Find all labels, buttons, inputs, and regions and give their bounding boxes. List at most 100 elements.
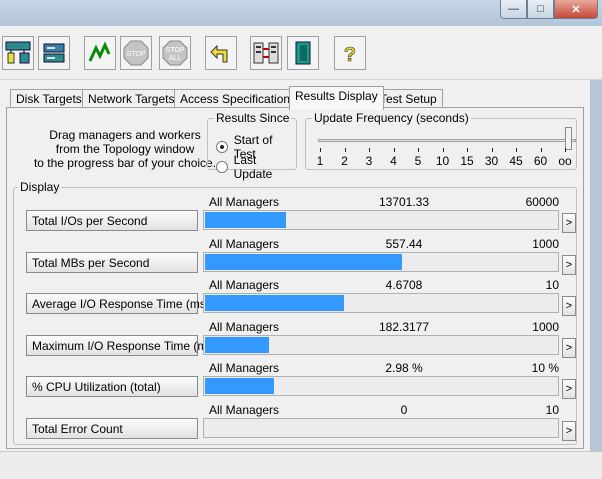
frequency-label: 5	[414, 154, 422, 168]
progress-bar	[203, 376, 559, 397]
minimize-button[interactable]: —	[500, 0, 527, 19]
progress-fill	[205, 212, 286, 228]
tab-test-setup[interactable]: Test Setup	[374, 89, 443, 109]
instruction-line: to the progress bar of your choice.	[33, 156, 217, 170]
progress-fill	[205, 336, 270, 353]
frequency-label: 3	[365, 154, 373, 168]
metric-button[interactable]: Total MBs per Second	[26, 251, 198, 273]
exit-button[interactable]	[287, 36, 319, 70]
results-since-title: Results Since	[214, 111, 292, 125]
frequency-tick	[418, 148, 419, 152]
frequency-label: 30	[484, 154, 499, 168]
help-icon: ?	[344, 44, 357, 66]
metric-button[interactable]: Total I/Os per Second	[26, 210, 198, 231]
instruction-line: from the Topology window	[55, 142, 195, 156]
progress-bar	[203, 251, 559, 272]
stop-all-icon: STOP ALL	[162, 40, 188, 66]
max-value: 10 %	[531, 361, 559, 376]
main-panel: Disk Targets Network Targets Access Spec…	[0, 80, 590, 451]
frequency-label: 45	[509, 154, 523, 168]
reset-icon	[210, 44, 228, 63]
max-value: 60000	[525, 195, 559, 209]
window-border	[590, 80, 602, 451]
update-frequency-group: Update Frequency (seconds) 1 2 3 4 5 10 15 30 45…	[305, 111, 577, 170]
topology-button[interactable]	[2, 36, 34, 70]
stop-button[interactable]: STOP	[120, 36, 152, 70]
source-label: All Managers	[209, 361, 280, 376]
toolbar: STOP STOP ALL ?	[0, 26, 602, 80]
progress-bar	[203, 418, 559, 438]
frequency-label: 10	[435, 154, 450, 168]
start-button[interactable]	[84, 36, 116, 70]
source-label: All Managers	[209, 319, 280, 334]
results-display-page: Drag managers and workers from the Topol…	[6, 107, 584, 449]
expand-arrow-button[interactable]: >	[562, 296, 576, 317]
svg-text:?: ?	[344, 44, 356, 66]
frequency-slider-thumb[interactable]	[565, 127, 572, 150]
network-worker-button[interactable]	[250, 36, 282, 70]
results-since-group: Results Since Start of Test Last Update	[207, 111, 297, 181]
current-value: 4.6708	[385, 278, 423, 293]
maximize-button[interactable]: □	[527, 0, 554, 19]
frequency-tick	[369, 148, 370, 152]
tab-disk-targets[interactable]: Disk Targets	[10, 89, 88, 109]
network-worker-icon	[253, 42, 279, 64]
update-frequency-title: Update Frequency (seconds)	[312, 111, 471, 125]
radio-button[interactable]	[216, 161, 228, 173]
metric-button[interactable]: Average I/O Response Time (ms)	[26, 293, 210, 315]
max-value: 10	[545, 403, 559, 417]
title-bar: — □ ✕	[0, 0, 602, 26]
close-button[interactable]: ✕	[554, 0, 598, 19]
stop-icon: STOP	[123, 40, 149, 66]
exit-icon	[295, 41, 311, 65]
display-title: Display	[18, 180, 62, 194]
drag-instructions: Drag managers and workers from the Topol…	[25, 128, 225, 170]
current-value: 13701.33	[378, 195, 430, 209]
source-label: All Managers	[209, 195, 280, 209]
frequency-tick	[344, 148, 346, 152]
progress-bar	[203, 293, 559, 314]
svg-text:STOP: STOP	[166, 47, 185, 54]
expand-arrow-button[interactable]: >	[562, 254, 576, 275]
display-group: Display All Managers 13701.33 60000 Total I…	[13, 180, 577, 445]
frequency-tick	[565, 148, 566, 152]
tab-results-display[interactable]: Results Display	[289, 86, 384, 110]
tab-access-specifications[interactable]: Access Specifications	[174, 89, 303, 109]
tab-network-targets[interactable]: Network Targets	[82, 89, 181, 109]
topology-icon	[5, 41, 31, 64]
frequency-tick	[393, 148, 395, 152]
progress-fill	[205, 253, 403, 270]
expand-arrow-button[interactable]: >	[562, 337, 576, 358]
frequency-label: 15	[460, 154, 474, 168]
metric-button[interactable]: % CPU Utilization (total)	[26, 376, 198, 398]
frequency-tick	[320, 148, 321, 152]
disk-worker-icon	[43, 43, 65, 63]
metric-button[interactable]: Maximum I/O Response Time (ms)	[26, 334, 217, 356]
svg-text:ALL: ALL	[169, 55, 182, 62]
metric-button[interactable]: Total Error Count	[26, 418, 198, 439]
frequency-tick	[491, 148, 493, 152]
frequency-label: 2	[341, 154, 348, 168]
frequency-slider-track[interactable]	[318, 139, 576, 142]
help-button[interactable]: ?	[334, 36, 366, 70]
expand-arrow-button[interactable]: >	[562, 213, 576, 233]
frequency-tick	[442, 148, 444, 152]
radio-label: Last Update	[233, 153, 273, 181]
current-value: 0	[400, 403, 408, 417]
stop-all-button[interactable]: STOP ALL	[159, 36, 191, 70]
progress-fill	[205, 295, 345, 312]
reset-button[interactable]	[205, 36, 237, 70]
current-value: 557.44	[385, 236, 423, 251]
max-value: 10	[545, 278, 559, 293]
expand-arrow-button[interactable]: >	[562, 421, 576, 441]
disk-worker-button[interactable]	[38, 36, 70, 70]
frequency-label: 1	[316, 154, 324, 168]
source-label: All Managers	[209, 278, 280, 293]
expand-arrow-button[interactable]: >	[562, 379, 576, 400]
progress-fill	[205, 378, 275, 395]
radio-button[interactable]	[216, 141, 228, 153]
window-controls: — □ ✕	[500, 0, 598, 19]
radio-last-update[interactable]: Last Update	[216, 153, 296, 181]
frequency-tick	[540, 148, 542, 152]
progress-bar	[203, 334, 559, 355]
